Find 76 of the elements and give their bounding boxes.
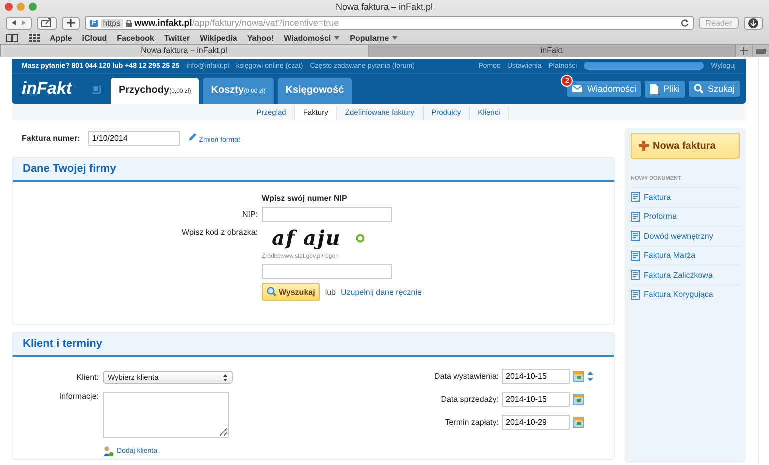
window-title: Nowa faktura – inFakt.pl bbox=[336, 2, 434, 12]
document-type-link[interactable]: Dowód wewnętrzny bbox=[631, 226, 740, 246]
person-add-icon bbox=[103, 446, 114, 457]
date-field[interactable]: 2014-10-29 bbox=[502, 415, 570, 430]
nip-field[interactable] bbox=[262, 207, 392, 222]
bookmark-link[interactable]: Yahoo! bbox=[247, 34, 274, 42]
section-title: Klient i terminy bbox=[23, 338, 102, 350]
document-type-link[interactable]: Faktura Korygująca bbox=[631, 284, 740, 304]
field-label: Informacje: bbox=[58, 390, 99, 401]
header-button[interactable]: Szukaj bbox=[688, 81, 740, 97]
calendar-icon[interactable] bbox=[573, 417, 584, 428]
field-label: Klient: bbox=[76, 373, 99, 382]
field-label: Data wystawienia: bbox=[434, 372, 499, 381]
field-label: Data sprzedaży: bbox=[441, 395, 499, 404]
caret-icon bbox=[334, 36, 340, 40]
lock-icon bbox=[126, 20, 132, 26]
bookmark-link[interactable]: Twitter bbox=[164, 34, 190, 42]
search-button[interactable]: Wyszukaj bbox=[262, 283, 320, 301]
search-icon bbox=[694, 84, 704, 94]
document-icon bbox=[631, 290, 640, 300]
bookmark-menu[interactable]: Popularne bbox=[350, 34, 398, 42]
document-type-link[interactable]: Faktura bbox=[631, 187, 740, 206]
field-label: Termin zapłaty: bbox=[445, 418, 499, 427]
document-icon bbox=[631, 212, 640, 222]
mail-icon bbox=[572, 85, 584, 93]
calendar-icon[interactable] bbox=[573, 371, 584, 382]
document-icon bbox=[631, 250, 640, 261]
share-icon[interactable] bbox=[37, 16, 57, 30]
header-button[interactable]: Pliki bbox=[645, 80, 685, 98]
field-label: Faktura numer: bbox=[22, 134, 80, 142]
document-icon bbox=[631, 270, 640, 280]
bookmark-link[interactable]: Wikipedia bbox=[200, 34, 238, 42]
bookmark-link[interactable]: iCloud bbox=[82, 34, 108, 42]
browser-tab[interactable]: Nowa faktura – inFakt.pl bbox=[0, 45, 368, 57]
or-text: lub bbox=[325, 288, 336, 296]
field-label: NIP: bbox=[241, 210, 258, 219]
invoice-number-field[interactable]: 1/10/2014 bbox=[88, 130, 180, 146]
minimize-icon[interactable] bbox=[17, 3, 25, 11]
tab-list-icon[interactable] bbox=[756, 48, 766, 54]
back-forward-button[interactable] bbox=[6, 16, 32, 30]
section-tab[interactable]: Księgowość bbox=[278, 78, 352, 104]
field-label: Wpisz kod z obrazka: bbox=[180, 227, 258, 237]
document-type-link[interactable]: Faktura Marża bbox=[631, 246, 740, 265]
file-icon bbox=[650, 84, 660, 94]
calendar-icon[interactable] bbox=[573, 394, 584, 405]
date-field[interactable]: 2014-10-15 bbox=[502, 369, 570, 384]
document-type-link[interactable]: Faktura Zaliczkowa bbox=[631, 265, 740, 284]
new-tab-icon[interactable] bbox=[62, 16, 80, 30]
grid-icon[interactable] bbox=[29, 34, 40, 42]
stepper-icon[interactable] bbox=[587, 371, 594, 382]
bookmark-menu[interactable]: Wiadomości bbox=[284, 34, 340, 42]
bookmark-link[interactable]: Apple bbox=[50, 34, 72, 42]
search-icon bbox=[267, 287, 277, 297]
nip-heading: Wpisz swój numer NIP bbox=[262, 194, 348, 203]
manual-entry-link[interactable]: Uzupełnij dane ręcznie bbox=[341, 288, 422, 296]
document-type-link[interactable]: Proforma bbox=[631, 206, 740, 226]
book-icon[interactable] bbox=[6, 34, 19, 42]
select-arrows-icon bbox=[223, 374, 228, 382]
document-icon bbox=[631, 231, 640, 242]
pencil-icon bbox=[188, 132, 198, 142]
maximize-icon[interactable] bbox=[29, 3, 37, 11]
new-invoice-button[interactable]: Nowa faktura bbox=[631, 133, 740, 159]
download-icon[interactable] bbox=[744, 16, 763, 30]
info-field[interactable] bbox=[103, 392, 229, 438]
captcha-field[interactable] bbox=[262, 264, 392, 279]
captcha-image: af aju bbox=[271, 226, 342, 250]
date-field[interactable]: 2014-10-15 bbox=[502, 392, 570, 407]
close-icon[interactable] bbox=[5, 3, 13, 11]
bookmark-link[interactable]: Facebook bbox=[117, 34, 154, 42]
logo[interactable]: inFakt bbox=[18, 79, 92, 99]
reload-icon[interactable] bbox=[680, 19, 689, 27]
caret-icon bbox=[392, 36, 398, 40]
section-title: Dane Twojej firmy bbox=[23, 163, 116, 175]
browser-tab[interactable]: inFakt bbox=[368, 45, 735, 57]
document-icon bbox=[631, 192, 640, 202]
plus-icon bbox=[639, 141, 649, 151]
